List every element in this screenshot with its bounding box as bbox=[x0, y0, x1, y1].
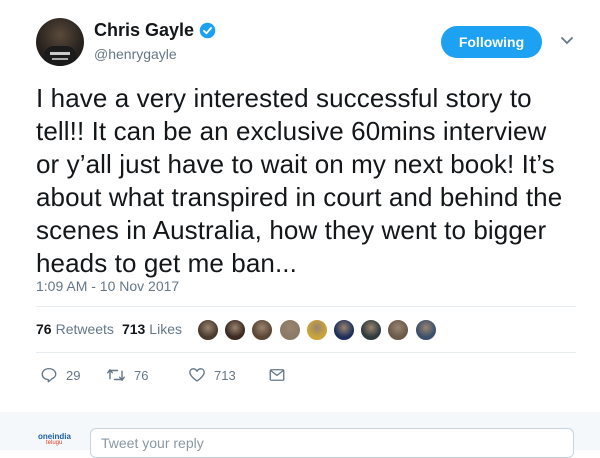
user-name-row: Chris Gayle bbox=[94, 20, 216, 41]
retweets-count: 76 bbox=[36, 321, 52, 337]
retweets-label: Retweets bbox=[55, 321, 114, 337]
liker-avatar[interactable] bbox=[332, 318, 356, 342]
liker-avatar[interactable] bbox=[413, 318, 438, 342]
like-action[interactable]: 713 bbox=[188, 366, 268, 384]
envelope-icon bbox=[269, 369, 285, 381]
reply-icon bbox=[41, 367, 57, 383]
liker-avatar[interactable] bbox=[223, 318, 248, 342]
verified-badge-icon bbox=[199, 22, 216, 39]
liker-avatar[interactable] bbox=[250, 318, 275, 342]
reply-input[interactable] bbox=[99, 434, 563, 452]
reply-box[interactable] bbox=[90, 428, 574, 458]
liker-avatar[interactable] bbox=[386, 318, 411, 342]
tweet-timestamp[interactable]: 1:09 AM - 10 Nov 2017 bbox=[36, 278, 179, 294]
like-count: 713 bbox=[214, 367, 236, 383]
retweets-stat[interactable]: 76 Retweets bbox=[36, 321, 114, 337]
likes-label: Likes bbox=[149, 321, 182, 337]
liker-avatar[interactable] bbox=[277, 318, 302, 342]
tweet-stats: 76 Retweets 713 Likes bbox=[36, 321, 190, 337]
retweet-action[interactable]: 76 bbox=[106, 366, 188, 384]
liker-avatar[interactable] bbox=[359, 318, 384, 342]
brand-watermark: oneindia telugu bbox=[38, 432, 84, 450]
liker-avatar[interactable] bbox=[196, 318, 220, 342]
reply-count: 29 bbox=[66, 367, 81, 383]
liker-avatar[interactable] bbox=[304, 318, 329, 342]
heart-icon bbox=[189, 368, 205, 382]
user-handle[interactable]: @henrygayle bbox=[94, 46, 177, 62]
reply-action[interactable]: 29 bbox=[40, 366, 106, 384]
likes-stat[interactable]: 713 Likes bbox=[122, 321, 182, 337]
chevron-down-icon[interactable] bbox=[560, 36, 574, 46]
retweet-count: 76 bbox=[134, 367, 149, 383]
likes-count: 713 bbox=[121, 321, 146, 337]
tweet-text: I have a very interested successful stor… bbox=[36, 83, 563, 278]
tweet-actions: 29 76 713 bbox=[40, 366, 286, 384]
user-name[interactable]: Chris Gayle bbox=[94, 20, 194, 41]
avatar-shirt-print bbox=[50, 52, 70, 55]
brand-watermark-line2: telugu bbox=[46, 440, 63, 446]
avatar-shirt-print-2 bbox=[52, 58, 68, 60]
avatar[interactable] bbox=[36, 18, 84, 66]
avatar-shirt bbox=[44, 46, 76, 66]
divider bbox=[36, 352, 576, 353]
following-button[interactable]: Following bbox=[441, 26, 542, 58]
direct-message-action[interactable] bbox=[268, 366, 286, 384]
retweet-icon bbox=[107, 369, 125, 381]
divider bbox=[36, 306, 576, 307]
